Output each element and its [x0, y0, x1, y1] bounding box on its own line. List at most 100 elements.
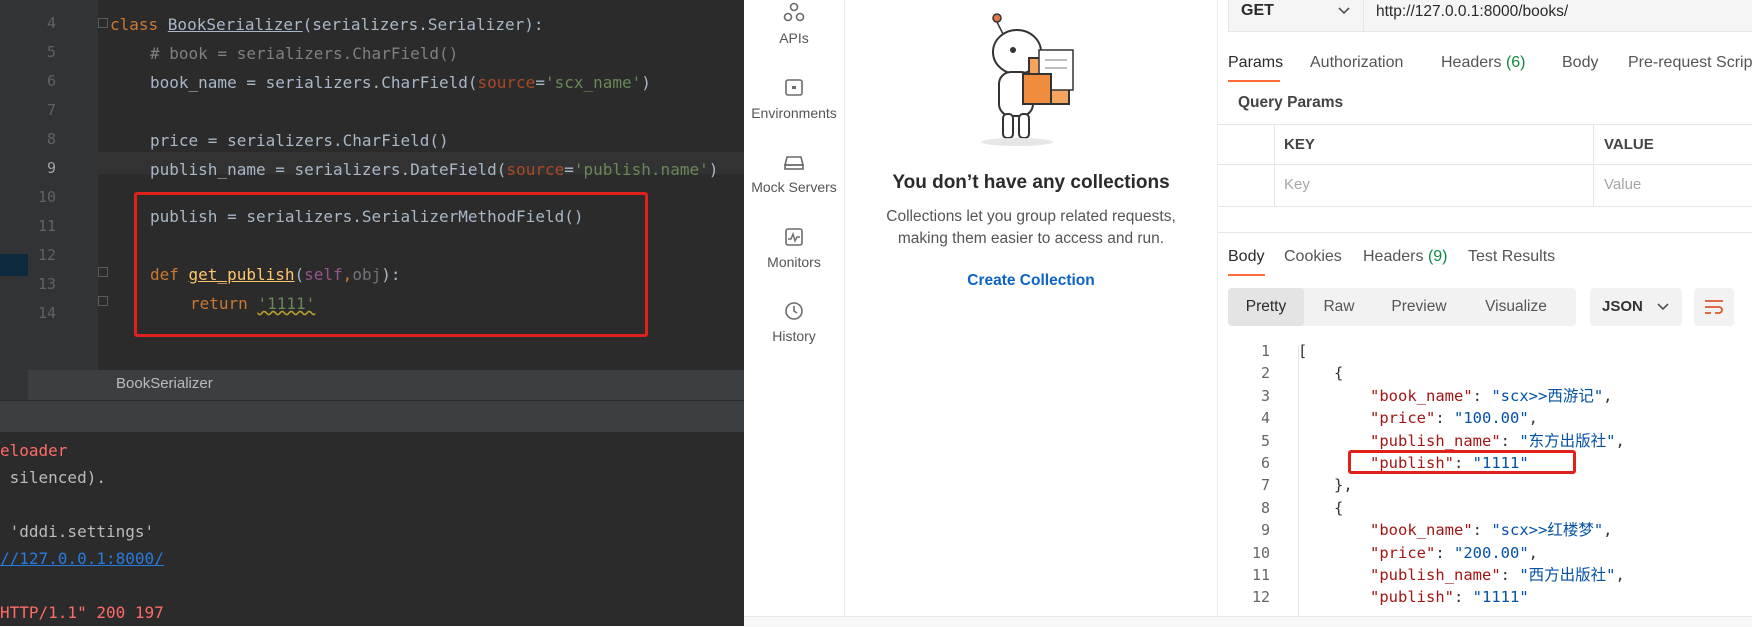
- json-line: "publish_name": "东方出版社",: [1370, 431, 1625, 450]
- json-line: "price": "200.00",: [1370, 543, 1538, 562]
- history-icon: [785, 302, 803, 320]
- terminal-line: silenced).: [0, 468, 106, 487]
- sidebar-item-label: Monitors: [767, 254, 821, 270]
- json-line-number: 9: [1260, 521, 1270, 540]
- json-line: "book_name": "scx>>西游记",: [1370, 386, 1613, 405]
- sidebar-item-environments[interactable]: Environments: [744, 77, 844, 121]
- tab-body[interactable]: Body: [1562, 54, 1598, 72]
- tool-window-marker: [0, 254, 28, 276]
- highlight-box: [1348, 450, 1576, 474]
- code-line-comment: # book = serializers.CharField(): [150, 44, 459, 63]
- active-tab-indicator: [1228, 80, 1280, 82]
- line-number: 13: [37, 275, 56, 293]
- json-line: {: [1334, 364, 1344, 383]
- tool-window-strip: [0, 0, 28, 400]
- line-number: 8: [46, 130, 56, 148]
- chevron-down-icon: [1657, 303, 1669, 311]
- terminal-link[interactable]: //127.0.0.1:8000/: [0, 548, 164, 570]
- view-mode-preview[interactable]: Preview: [1374, 288, 1464, 326]
- tab-test-results[interactable]: Test Results: [1468, 248, 1555, 266]
- code-line-class: class BookSerializer(serializers.Seriali…: [110, 15, 544, 34]
- divider: [1218, 232, 1752, 233]
- json-line: "book_name": "scx>>红楼梦",: [1370, 521, 1613, 540]
- sidebar-item-label: Mock Servers: [751, 179, 837, 195]
- environments-icon: [785, 79, 803, 96]
- line-number: 5: [46, 43, 56, 61]
- json-line-number: 12: [1251, 588, 1270, 607]
- empty-state-description: Collections let you group related reques…: [886, 208, 1176, 247]
- json-line-number: 11: [1251, 566, 1270, 584]
- tab-headers[interactable]: Headers (6): [1441, 54, 1526, 72]
- key-input[interactable]: Key: [1284, 176, 1310, 193]
- collections-panel: You don’t have any collections Collectio…: [845, 0, 1218, 626]
- wrap-lines-button[interactable]: [1694, 288, 1734, 326]
- fold-marker-icon[interactable]: [98, 267, 108, 277]
- json-line-number: 6: [1260, 454, 1270, 472]
- code-line-price: price = serializers.CharField(): [150, 131, 449, 150]
- tab-authorization[interactable]: Authorization: [1310, 54, 1403, 72]
- indent-guide: [1298, 346, 1299, 626]
- key-column-header: KEY: [1284, 136, 1315, 153]
- tab-pre-request-script[interactable]: Pre-request Scrip: [1628, 54, 1752, 72]
- json-line: "price": "100.00",: [1370, 409, 1538, 428]
- line-number: 6: [46, 72, 56, 90]
- terminal-line: eloader: [0, 441, 68, 460]
- mock-servers-icon: [783, 156, 805, 170]
- view-mode-pretty[interactable]: Pretty: [1228, 288, 1304, 326]
- sidebar-item-mock-servers[interactable]: Mock Servers: [744, 151, 844, 195]
- json-line-number: 7: [1260, 476, 1270, 495]
- tab-response-headers[interactable]: Headers (9): [1363, 248, 1448, 266]
- json-line: "publish": "1111": [1370, 588, 1529, 607]
- sidebar-item-label: Environments: [751, 105, 837, 121]
- sidebar-item-apis[interactable]: APIs: [744, 2, 844, 46]
- empty-collections-illustration: [981, 13, 1074, 146]
- postman-sidebar: APIs Environments Mock Servers Monitors …: [744, 0, 845, 626]
- view-mode-selector: Pretty Raw Preview Visualize: [1228, 288, 1576, 326]
- wrap-lines-icon: [1705, 300, 1723, 314]
- value-column-header: VALUE: [1604, 136, 1654, 153]
- json-line: [: [1298, 342, 1308, 360]
- chevron-down-icon: [1338, 7, 1350, 15]
- json-line-number: 1: [1260, 342, 1270, 360]
- line-number: 4: [46, 14, 56, 32]
- json-line: {: [1334, 498, 1344, 517]
- terminal-output: eloader silenced). 'dddi.settings' //127…: [0, 432, 744, 626]
- terminal-line: HTTP/1.1" 200 197: [0, 603, 164, 622]
- json-line: },: [1334, 476, 1353, 495]
- create-collection-link[interactable]: Create Collection: [845, 272, 1217, 290]
- json-line-number: 3: [1260, 386, 1270, 405]
- fold-marker-icon[interactable]: [98, 296, 108, 306]
- url-input[interactable]: http://127.0.0.1:8000/books/: [1364, 0, 1752, 32]
- query-params-title: Query Params: [1238, 94, 1344, 111]
- format-select[interactable]: JSON: [1590, 288, 1682, 326]
- line-number: 12: [37, 246, 56, 264]
- table-border: [1218, 124, 1752, 125]
- json-line-number: 4: [1260, 409, 1270, 428]
- json-line-number: 5: [1260, 431, 1270, 450]
- url-value: http://127.0.0.1:8000/books/: [1376, 3, 1569, 20]
- sidebar-item-label: History: [772, 328, 816, 344]
- method-select[interactable]: GET: [1228, 0, 1364, 32]
- tab-response-body[interactable]: Body: [1228, 248, 1264, 266]
- view-mode-raw[interactable]: Raw: [1304, 288, 1374, 326]
- code-line-publish-name: publish_name = serializers.DateField(sou…: [150, 160, 719, 179]
- sidebar-item-monitors[interactable]: Monitors: [744, 226, 844, 270]
- breadcrumb[interactable]: BookSerializer: [28, 370, 744, 400]
- value-input[interactable]: Value: [1604, 176, 1641, 193]
- monitors-icon: [785, 228, 803, 246]
- json-line: "publish_name": "西方出版社",: [1370, 566, 1625, 584]
- format-value: JSON: [1602, 298, 1643, 315]
- method-value: GET: [1241, 2, 1274, 19]
- table-border: [1593, 124, 1594, 206]
- view-mode-visualize[interactable]: Visualize: [1464, 288, 1568, 326]
- fold-marker-icon[interactable]: [98, 18, 108, 28]
- table-border: [1274, 124, 1275, 206]
- json-line-number: 10: [1251, 543, 1270, 562]
- sidebar-item-history[interactable]: History: [744, 300, 844, 344]
- line-number: 7: [46, 101, 56, 119]
- breadcrumb-item[interactable]: BookSerializer: [116, 375, 213, 392]
- tab-params[interactable]: Params: [1228, 54, 1283, 72]
- tab-cookies[interactable]: Cookies: [1284, 248, 1342, 266]
- line-number: 11: [37, 217, 56, 235]
- run-toolbar: [0, 400, 744, 433]
